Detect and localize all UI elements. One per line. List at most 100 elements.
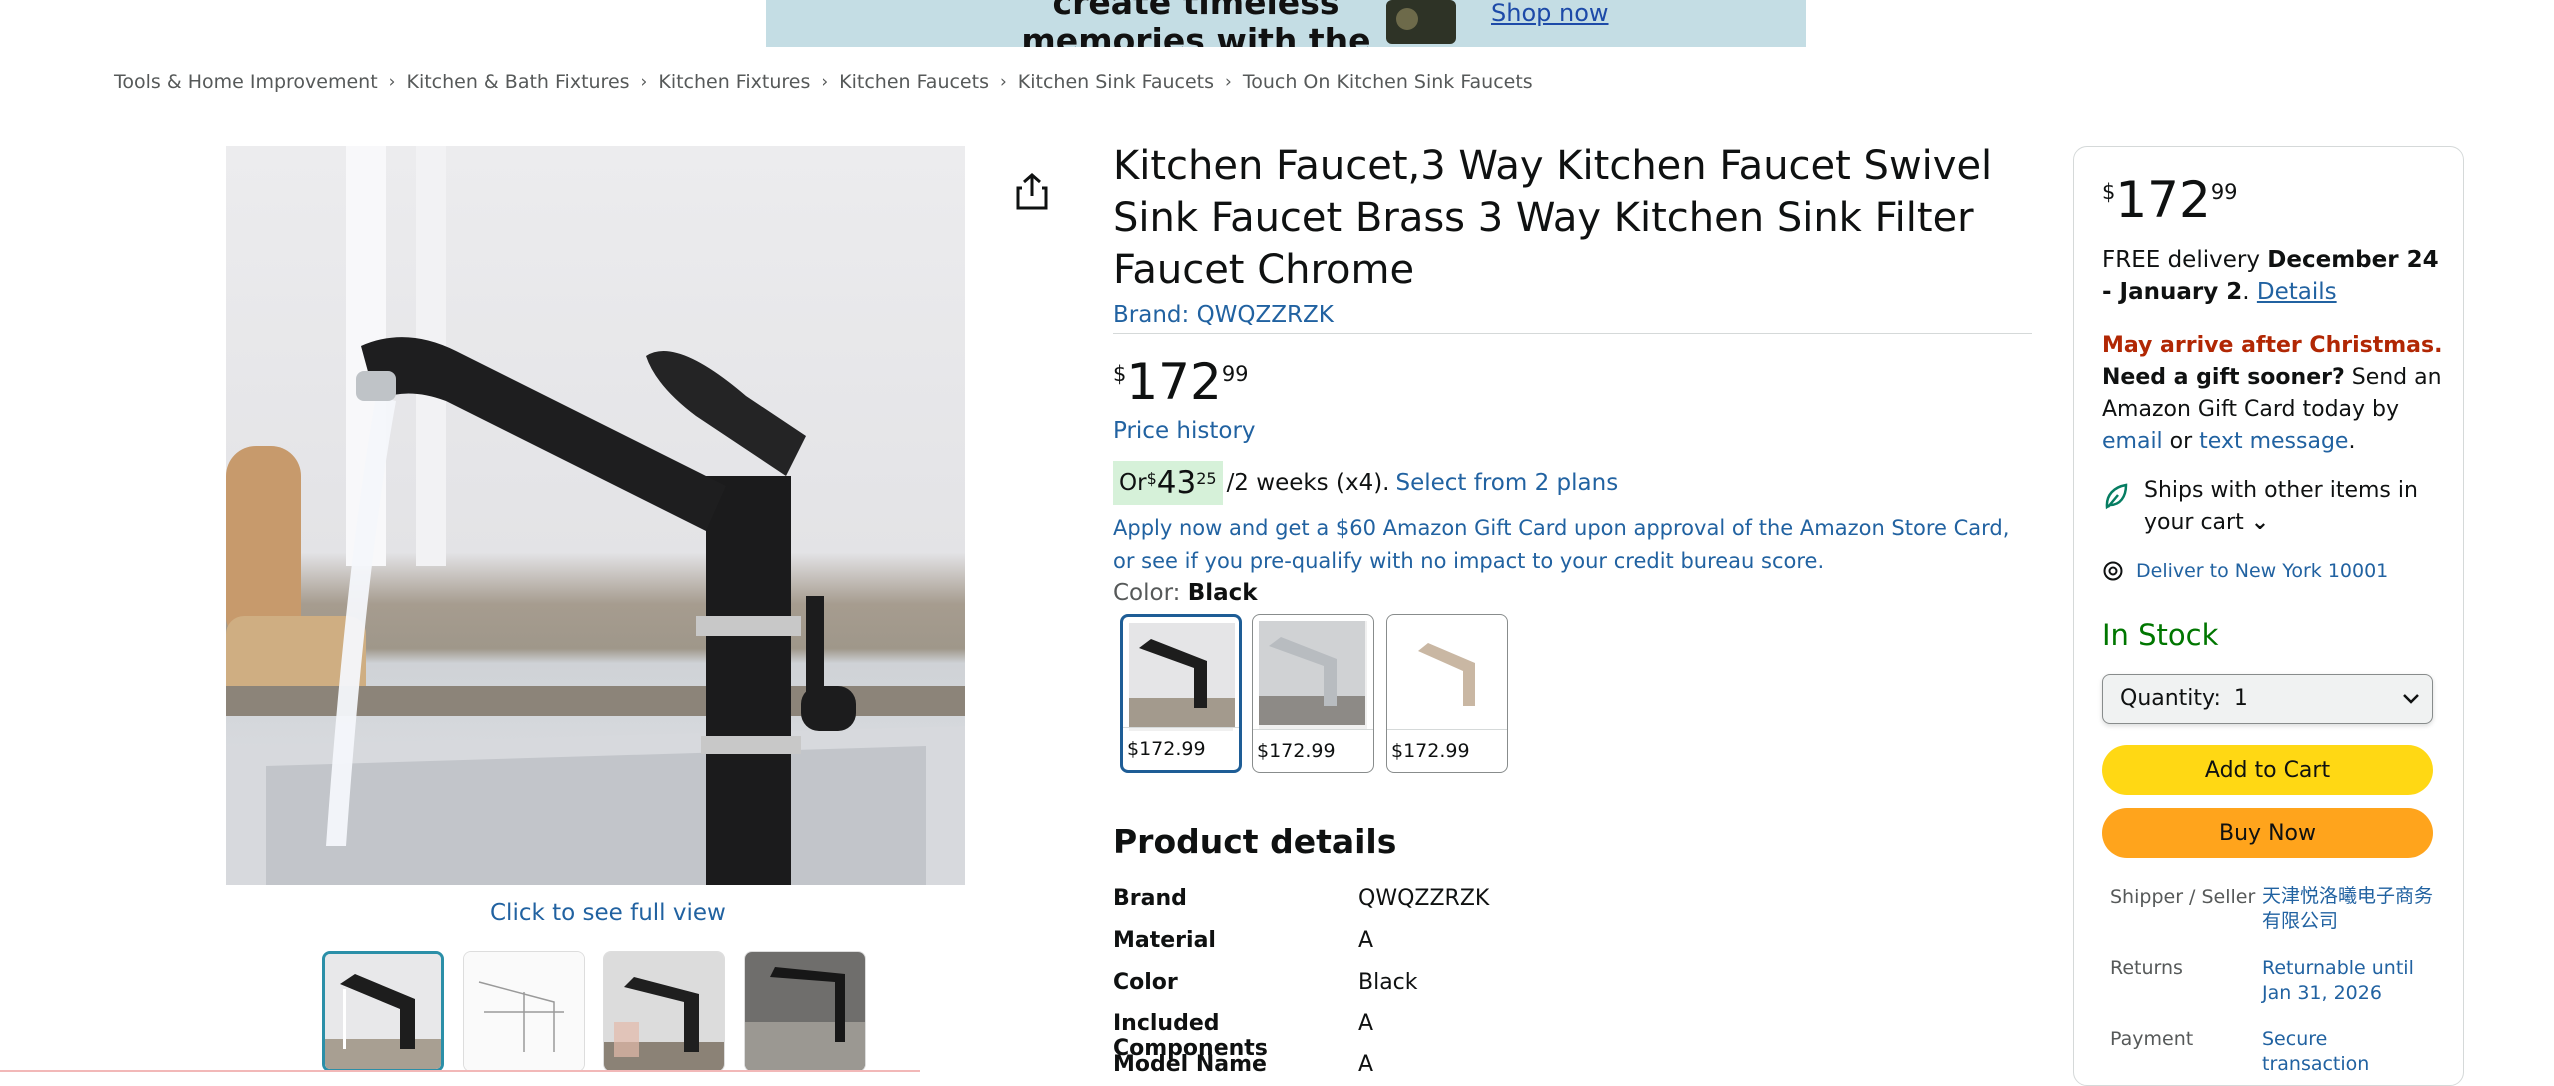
period: . (2348, 429, 2356, 454)
product-details-heading: Product details (1113, 822, 1397, 861)
faucet-thumbnail-icon (745, 952, 865, 1071)
ships-text: Ships with other items in your cart ⌄ (2144, 475, 2424, 539)
deliver-to[interactable]: Deliver to New York 10001 (2102, 560, 2388, 582)
breadcrumb-item[interactable]: Kitchen Sink Faucets (1018, 71, 1214, 93)
location-pin-icon (2103, 561, 2123, 581)
swatch-price: $172.99 (1387, 729, 1507, 772)
chrome-faucet-icon (1259, 621, 1365, 725)
store-card-offer[interactable]: Apply now and get a $60 Amazon Gift Card… (1113, 512, 2033, 578)
price-symbol: $ (2102, 180, 2116, 204)
breadcrumb-item[interactable]: Kitchen Faucets (839, 71, 989, 93)
payment-link[interactable]: Secure transaction (2262, 1027, 2437, 1077)
buy-now-button[interactable]: Buy Now (2102, 808, 2433, 858)
chevron-right-icon: › (821, 72, 829, 92)
swatch-price: $172.99 (1253, 729, 1373, 772)
detail-row: Model Name A (1113, 1052, 1373, 1077)
full-view-link[interactable]: Click to see full view (490, 900, 726, 926)
email-gift-link[interactable]: email (2102, 429, 2163, 454)
delivery-prefix: FREE delivery (2102, 247, 2268, 273)
share-icon[interactable] (1014, 172, 1050, 212)
camera-icon (1386, 0, 1456, 44)
price-history-link[interactable]: Price history (1113, 418, 1256, 444)
detail-key: Brand (1113, 886, 1187, 911)
leaf-icon (2105, 483, 2128, 510)
christmas-notice: May arrive after Christmas. Need a gift … (2102, 330, 2447, 458)
installment-suffix: /2 weeks (x4). (1226, 470, 1390, 496)
or-text: or (2162, 429, 2200, 454)
color-option-chrome[interactable]: $172.99 (1252, 614, 1374, 773)
swatch-price: $172.99 (1123, 727, 1239, 770)
chevron-right-icon: › (640, 72, 648, 92)
detail-key: Model Name (1113, 1052, 1267, 1077)
detail-value: QWQZZRZK (1358, 886, 1490, 911)
chevron-right-icon: › (388, 72, 396, 92)
color-value: Black (1187, 580, 1258, 606)
chevron-right-icon: › (999, 72, 1007, 92)
color-option-black[interactable]: $172.99 (1120, 614, 1242, 773)
price-fraction: 99 (2210, 180, 2238, 204)
select-plans-link[interactable]: Select from 2 plans (1395, 470, 1618, 496)
delivery-details-link[interactable]: Details (2257, 279, 2337, 305)
color-label-text: Color: (1113, 580, 1181, 606)
thumbnail-1[interactable] (322, 951, 444, 1072)
returns-link[interactable]: Returnable until Jan 31, 2026 (2262, 956, 2437, 1006)
detail-value: A (1358, 928, 1374, 953)
installment-fraction: 25 (1196, 469, 1217, 488)
christmas-warning: May arrive after Christmas. (2102, 333, 2443, 358)
add-to-cart-button[interactable]: Add to Cart (2102, 745, 2433, 795)
ad-banner[interactable]: create timeless memories with the perfec… (766, 0, 1806, 47)
installment-prefix: Or (1119, 470, 1147, 496)
price-whole: 172 (1126, 353, 1222, 411)
product-price: $ 172 99 (1113, 354, 1249, 410)
chevron-down-icon (2403, 694, 2419, 704)
color-option-gold[interactable]: $172.99 (1386, 614, 1508, 773)
quantity-label: Quantity: (2120, 686, 2221, 711)
ships-label: Ships with other items in your cart (2144, 478, 2418, 535)
ships-with-cart[interactable]: Ships with other items in your cart ⌄ (2102, 475, 2447, 539)
chevron-right-icon: › (1225, 72, 1232, 92)
detail-row: Brand QWQZZRZK (1113, 886, 1489, 911)
thumbnail-4[interactable] (744, 951, 866, 1072)
swatch-image (1393, 621, 1501, 729)
faucet-thumbnail-icon (325, 954, 441, 1069)
breadcrumb-item[interactable]: Kitchen Fixtures (658, 71, 810, 93)
stock-status: In Stock (2102, 618, 2219, 652)
detail-value: A (1358, 1052, 1374, 1077)
payment-label: Payment (2110, 1028, 2194, 1050)
divider (1113, 333, 2032, 334)
color-selector-label: Color: Black (1113, 580, 1258, 606)
detail-key: Material (1113, 928, 1216, 953)
breadcrumb-item[interactable]: Kitchen & Bath Fixtures (406, 71, 629, 93)
ad-headline: create timeless memories with the perfec… (1021, 0, 1371, 47)
buy-box-price: $ 172 99 (2102, 172, 2238, 228)
chevron-down-icon: ⌄ (2250, 510, 2270, 535)
black-faucet-icon (1129, 623, 1235, 727)
shipper-seller-label: Shipper / Seller (2110, 886, 2256, 908)
price-fraction: 99 (1221, 362, 1249, 386)
breadcrumb-item[interactable]: Touch On Kitchen Sink Faucets (1243, 71, 1533, 93)
installment-pill: Or $ 43 25 (1113, 461, 1223, 505)
deliver-to-link[interactable]: Deliver to New York 10001 (2136, 560, 2388, 582)
brand-link[interactable]: Brand: QWQZZRZK (1113, 302, 1334, 328)
installment-symbol: $ (1146, 469, 1157, 488)
text-message-gift-link[interactable]: text message (2199, 429, 2348, 454)
seller-link[interactable]: 天津悦洛曦电子商务有限公司 (2262, 884, 2437, 934)
faucet-thumbnail-icon (604, 952, 724, 1071)
breadcrumb-item[interactable]: Tools & Home Improvement (114, 71, 378, 93)
price-whole: 172 (2115, 171, 2211, 229)
installment-offer: Or $ 43 25 /2 weeks (x4). Select from 2 … (1113, 460, 1618, 506)
thumbnail-3[interactable] (603, 951, 725, 1072)
quantity-select[interactable]: Quantity: 1 (2102, 674, 2433, 724)
installment-whole: 43 (1156, 465, 1197, 501)
thumbnail-2[interactable] (463, 951, 585, 1072)
product-title: Kitchen Faucet,3 Way Kitchen Faucet Swiv… (1113, 143, 1993, 293)
gold-faucet-icon (1393, 621, 1499, 725)
ad-shop-now-link[interactable]: Shop now (1491, 0, 1609, 27)
detail-key: Color (1113, 970, 1178, 995)
main-product-image[interactable] (226, 146, 965, 885)
breadcrumb: Tools & Home Improvement › Kitchen & Bat… (114, 67, 1533, 97)
detail-row: Color Black (1113, 970, 1418, 995)
delivery-punct: . (2242, 279, 2257, 305)
detail-row: Material A (1113, 928, 1373, 953)
delivery-info: FREE delivery December 24 - January 2. D… (2102, 244, 2442, 308)
